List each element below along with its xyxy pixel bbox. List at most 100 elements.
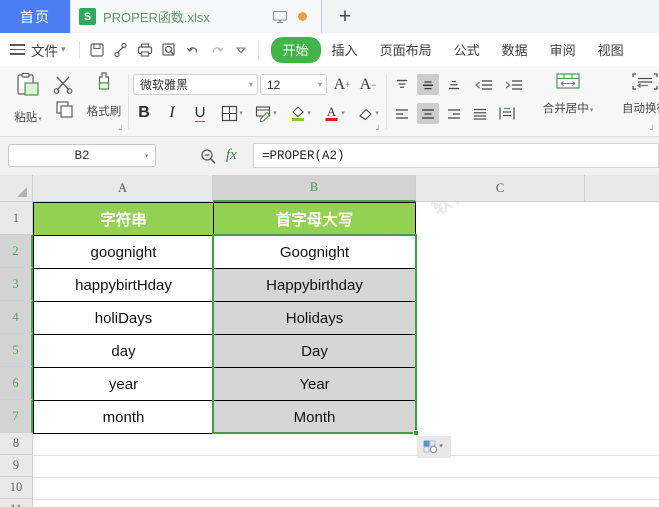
decrease-indent-button[interactable] (471, 74, 497, 95)
document-tab[interactable]: S PROPER函数.xlsx (70, 0, 322, 33)
table-border (33, 400, 416, 401)
chevron-down-icon: ▾ (273, 110, 277, 117)
save-icon[interactable] (85, 38, 109, 62)
name-box[interactable]: B2 ▾ (8, 144, 156, 167)
merge-center-button[interactable]: 合并居中▾ (529, 72, 607, 116)
cut-button[interactable] (53, 74, 75, 99)
cell-a4[interactable]: holiDays (34, 302, 213, 334)
select-all-button[interactable] (0, 175, 33, 202)
row-header-6[interactable]: 6 (0, 367, 33, 400)
home-tab[interactable]: 首页 (0, 0, 70, 33)
row-header-8[interactable]: 8 (0, 433, 33, 455)
formula-text: =PROPER(A2) (262, 148, 345, 163)
clipboard-dialog-launcher[interactable]: ┙ (119, 125, 124, 134)
increase-indent-button[interactable] (501, 74, 527, 95)
cell-b2[interactable]: Goognight (214, 236, 415, 268)
wrap-text-button[interactable]: 自动换行 (611, 72, 659, 116)
row-header-10[interactable]: 10 (0, 477, 33, 499)
font-dialog-launcher[interactable]: ┙ (376, 125, 381, 134)
customize-toolbar-icon[interactable] (229, 38, 253, 62)
row-header-9[interactable]: 9 (0, 455, 33, 477)
file-menu-label[interactable]: 文件 (31, 40, 58, 60)
column-header-b[interactable]: B (213, 175, 416, 202)
app-menu-icon[interactable] (10, 44, 25, 55)
underline-button[interactable]: U (189, 102, 211, 124)
italic-button[interactable]: I (161, 102, 183, 124)
monitor-icon[interactable] (272, 10, 288, 24)
align-middle-button[interactable] (417, 74, 439, 95)
zoom-out-icon[interactable] (200, 148, 217, 170)
cell-a7[interactable]: month (34, 401, 213, 433)
justify-button[interactable] (469, 103, 491, 124)
cell-style-button[interactable]: ▾ (251, 102, 281, 124)
cell-b4[interactable]: Holidays (214, 302, 415, 334)
tab-view[interactable]: 视图 (587, 40, 635, 59)
print-preview-icon[interactable] (157, 38, 181, 62)
cell-b3[interactable]: Happybirthday (214, 269, 415, 301)
align-right-button[interactable] (443, 103, 465, 124)
ribbon-group-clipboard: 粘贴▾ 格式刷 ┙ (0, 66, 128, 137)
print-icon[interactable] (133, 38, 157, 62)
column-header-c[interactable]: C (416, 175, 585, 202)
font-name-select[interactable]: 微软雅黑 ▾ (133, 74, 258, 95)
borders-button[interactable]: ▾ (217, 102, 247, 124)
cell-a1[interactable]: 字符串 (34, 203, 213, 235)
row-header-4[interactable]: 4 (0, 301, 33, 334)
cell-a2[interactable]: goognight (34, 236, 213, 268)
format-painter-button[interactable]: 格式刷 (82, 71, 126, 119)
cell-b6[interactable]: Year (214, 368, 415, 400)
align-top-button[interactable] (391, 74, 413, 95)
wps-spreadsheet-window: 首页 S PROPER函数.xlsx + 文件 ▾ 开始 插入 页面布局 公式 … (0, 0, 659, 507)
column-header-a[interactable]: A (33, 175, 213, 202)
fx-icon[interactable]: fx (226, 147, 237, 164)
clear-format-button[interactable]: ▾ (353, 102, 383, 124)
row-header-5[interactable]: 5 (0, 334, 33, 367)
row-header-2[interactable]: 2 (0, 235, 33, 268)
align-left-button[interactable] (391, 103, 413, 124)
chevron-down-icon[interactable]: ▾ (61, 44, 66, 55)
home-tab-label: 首页 (20, 8, 50, 25)
tab-page-layout[interactable]: 页面布局 (369, 40, 443, 59)
wrap-text-label: 自动换行 (622, 103, 659, 115)
row-header-1[interactable]: 1 (0, 202, 33, 235)
cell-a3[interactable]: happybirtHday (34, 269, 213, 301)
table-border (33, 334, 416, 335)
font-color-button[interactable]: A ▾ (319, 102, 349, 124)
row-header-3[interactable]: 3 (0, 268, 33, 301)
table-border (33, 235, 416, 236)
table-border (33, 202, 34, 434)
decrease-font-size-button[interactable]: A − (357, 74, 379, 96)
font-size-select[interactable]: 12 ▾ (260, 74, 327, 95)
copy-button[interactable] (55, 100, 75, 125)
cell-a5[interactable]: day (34, 335, 213, 367)
cell-b5[interactable]: Day (214, 335, 415, 367)
align-bottom-button[interactable] (443, 74, 465, 95)
tab-formulas[interactable]: 公式 (443, 40, 491, 59)
formula-input[interactable]: =PROPER(A2) (253, 143, 659, 168)
row-header-7[interactable]: 7 (0, 400, 33, 433)
alignment-dialog-launcher[interactable]: ┙ (650, 125, 655, 134)
row-header-11[interactable]: 11 (0, 499, 33, 507)
tab-data[interactable]: 数据 (491, 40, 539, 59)
distribute-button[interactable] (495, 103, 519, 124)
share-icon[interactable] (109, 38, 133, 62)
chevron-down-icon[interactable]: ▾ (144, 151, 149, 161)
chevron-down-icon: ▾ (341, 110, 345, 117)
cell-a6[interactable]: year (34, 368, 213, 400)
cell-b1[interactable]: 首字母大写 (214, 203, 415, 235)
gridline (33, 455, 659, 456)
bold-button[interactable]: B (133, 102, 155, 124)
spreadsheet-grid[interactable]: office www WPS 软件 A B C 1 2 3 4 5 6 7 8 … (0, 175, 659, 507)
paste-button[interactable]: 粘贴▾ (6, 72, 50, 125)
tab-review[interactable]: 审阅 (539, 40, 587, 59)
tab-start[interactable]: 开始 (270, 36, 321, 63)
column-header-d[interactable] (585, 175, 659, 202)
tab-insert[interactable]: 插入 (321, 40, 369, 59)
increase-font-size-button[interactable]: A + (331, 74, 353, 96)
fill-color-button[interactable]: ▾ (285, 102, 315, 124)
cell-b7[interactable]: Month (214, 401, 415, 433)
align-center-button[interactable] (417, 103, 439, 124)
new-tab-button[interactable]: + (322, 0, 368, 33)
autofill-options-button[interactable] (417, 436, 451, 458)
undo-icon[interactable] (181, 38, 205, 62)
